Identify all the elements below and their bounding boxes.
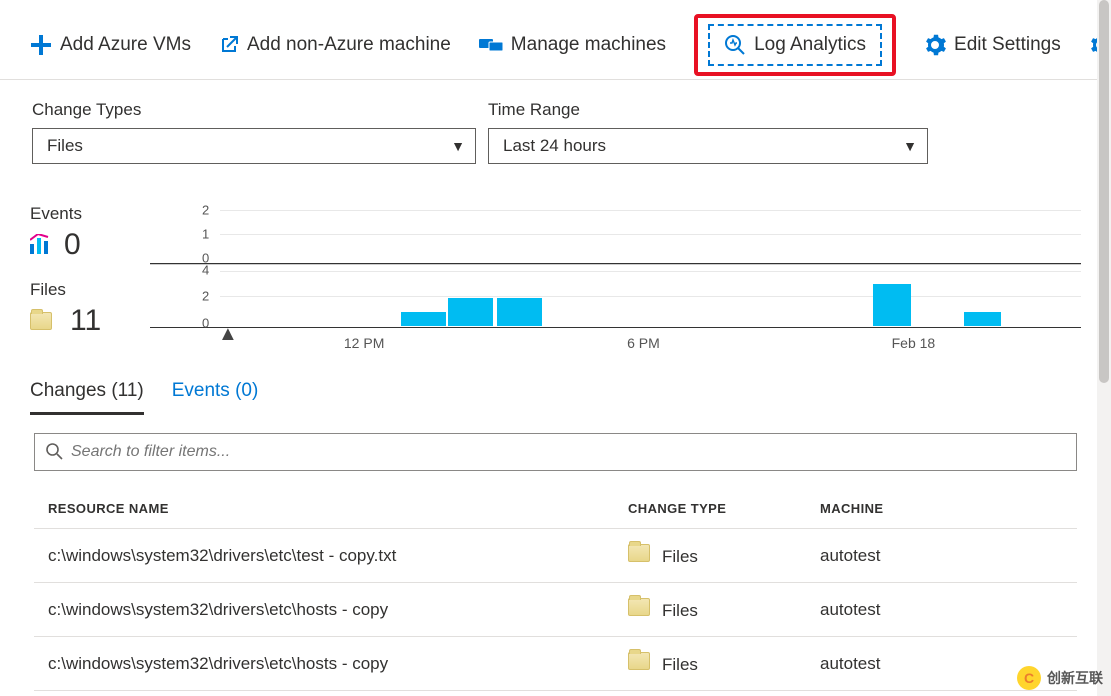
search-bar[interactable] <box>34 433 1077 471</box>
tab-events[interactable]: Events (0) <box>172 374 259 415</box>
plus-icon <box>30 34 52 56</box>
folder-icon <box>628 544 650 562</box>
summary-files-label: Files <box>30 280 150 300</box>
summary-events: Events 0 <box>30 204 150 262</box>
chevron-down-icon: ▼ <box>451 138 465 154</box>
tab-changes-label: Changes (11) <box>30 380 144 401</box>
tabs: Changes (11) Events (0) <box>0 359 1111 415</box>
toolbar: Add Azure VMs Add non-Azure machine Mana… <box>0 0 1111 80</box>
files-chart: 4 2 0 <box>150 264 1081 328</box>
cell-change-type: Files <box>628 544 820 567</box>
edit-settings-button[interactable]: Edit Settings <box>924 34 1061 56</box>
results-table: RESOURCE NAME CHANGE TYPE MACHINE c:\win… <box>0 489 1111 691</box>
events-chart: 2 1 0 <box>150 204 1081 264</box>
summary-row: Events 0 Files 11 2 1 0 4 <box>0 174 1111 359</box>
table-row[interactable]: c:\windows\system32\drivers\etc\hosts - … <box>34 583 1077 637</box>
time-range-filter: Time Range Last 24 hours ▼ <box>488 100 928 164</box>
time-marker-icon: ▲ <box>218 323 238 346</box>
gear-icon <box>924 34 946 56</box>
external-link-icon <box>219 35 239 55</box>
scrollbar-thumb[interactable] <box>1099 0 1109 383</box>
manage-machines-label: Manage machines <box>511 34 666 56</box>
cell-resource-name: c:\windows\system32\drivers\etc\hosts - … <box>34 600 628 620</box>
chart-bar <box>964 312 1001 326</box>
time-range-value: Last 24 hours <box>503 136 606 156</box>
chart-bar <box>497 298 542 326</box>
table-row[interactable]: c:\windows\system32\drivers\etc\test - c… <box>34 529 1077 583</box>
filters: Change Types Files ▼ Time Range Last 24 … <box>0 80 1111 174</box>
manage-machines-button[interactable]: Manage machines <box>479 34 666 56</box>
chart-column: 2 1 0 4 2 0 ▲ 12 PM 6 PM Feb 18 <box>150 204 1081 359</box>
summary-events-label: Events <box>30 204 150 224</box>
folder-icon <box>628 598 650 616</box>
chart-bar <box>448 298 493 326</box>
folder-icon <box>30 312 52 330</box>
cell-resource-name: c:\windows\system32\drivers\etc\test - c… <box>34 546 628 566</box>
time-range-label: Time Range <box>488 100 928 120</box>
change-types-filter: Change Types Files ▼ <box>32 100 476 164</box>
ytick: 1 <box>202 226 209 241</box>
ytick: 0 <box>202 315 209 330</box>
log-analytics-highlight: Log Analytics <box>694 14 896 76</box>
header-change-type[interactable]: CHANGE TYPE <box>628 501 820 516</box>
add-non-azure-label: Add non-Azure machine <box>247 34 451 56</box>
watermark-badge-icon: C <box>1017 666 1041 690</box>
watermark: C 创新互联 <box>1017 666 1103 690</box>
folder-icon <box>628 652 650 670</box>
cell-change-type: Files <box>628 652 820 675</box>
edit-settings-label: Edit Settings <box>954 34 1061 56</box>
xtick: 12 PM <box>344 335 384 351</box>
add-azure-vms-button[interactable]: Add Azure VMs <box>30 34 191 56</box>
machines-icon <box>479 36 503 54</box>
bar-chart-icon <box>30 234 52 257</box>
search-input[interactable] <box>71 443 1066 461</box>
log-analytics-button[interactable]: Log Analytics <box>708 24 882 66</box>
vertical-scrollbar[interactable] <box>1097 0 1111 696</box>
chart-bar <box>401 312 446 326</box>
search-analytics-icon <box>724 34 746 56</box>
cell-change-type: Files <box>628 598 820 621</box>
xtick: 6 PM <box>627 335 660 351</box>
xaxis: ▲ 12 PM 6 PM Feb 18 <box>150 329 1081 359</box>
change-types-label: Change Types <box>32 100 476 120</box>
log-analytics-label: Log Analytics <box>754 34 866 56</box>
cell-machine: autotest <box>820 600 1077 620</box>
watermark-text: 创新互联 <box>1047 668 1103 688</box>
cell-machine: autotest <box>820 546 1077 566</box>
summary-column: Events 0 Files 11 <box>30 204 150 359</box>
ytick: 2 <box>202 289 209 304</box>
chevron-down-icon: ▼ <box>903 138 917 154</box>
table-header: RESOURCE NAME CHANGE TYPE MACHINE <box>34 489 1077 529</box>
search-icon <box>45 442 63 463</box>
add-non-azure-button[interactable]: Add non-Azure machine <box>219 34 451 56</box>
header-machine[interactable]: MACHINE <box>820 501 1077 516</box>
tab-changes[interactable]: Changes (11) <box>30 374 144 415</box>
ytick: 2 <box>202 202 209 217</box>
table-row[interactable]: c:\windows\system32\drivers\etc\hosts - … <box>34 637 1077 691</box>
tab-events-label: Events (0) <box>172 380 259 401</box>
cell-resource-name: c:\windows\system32\drivers\etc\hosts - … <box>34 654 628 674</box>
chart-bar <box>873 284 910 326</box>
add-azure-vms-label: Add Azure VMs <box>60 34 191 56</box>
summary-events-value: 0 <box>64 228 81 262</box>
xtick: Feb 18 <box>892 335 936 351</box>
summary-files-value: 11 <box>70 304 101 338</box>
header-resource-name[interactable]: RESOURCE NAME <box>34 501 628 516</box>
time-range-dropdown[interactable]: Last 24 hours ▼ <box>488 128 928 164</box>
summary-files: Files 11 <box>30 280 150 338</box>
change-types-value: Files <box>47 136 83 156</box>
change-types-dropdown[interactable]: Files ▼ <box>32 128 476 164</box>
ytick: 4 <box>202 262 209 277</box>
